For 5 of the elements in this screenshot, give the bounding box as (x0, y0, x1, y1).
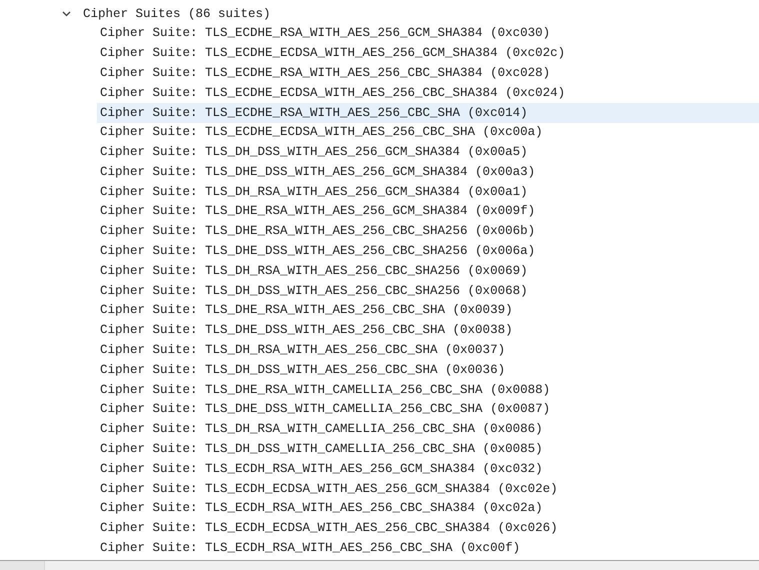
scrollbar-thumb[interactable] (0, 561, 45, 570)
tree-item[interactable]: Cipher Suites (86 suites) (80, 4, 759, 24)
tree-item[interactable]: Cipher Suite: TLS_ECDHE_RSA_WITH_AES_256_CBC_SHA (0xc014) (97, 102, 759, 123)
chevron-down-icon[interactable] (62, 9, 71, 18)
horizontal-scrollbar[interactable] (0, 560, 759, 570)
